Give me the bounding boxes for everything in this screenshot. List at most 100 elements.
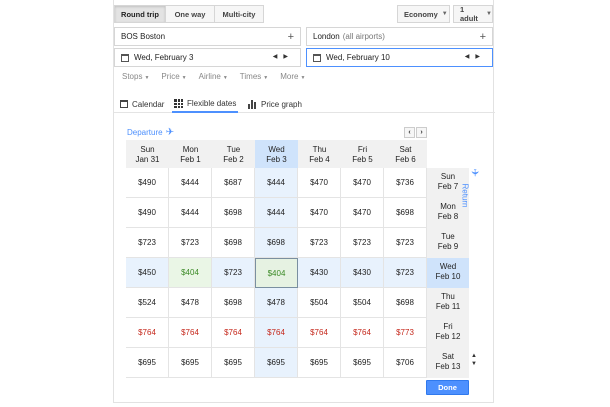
destination-field[interactable]: London (all airports) + — [306, 27, 493, 46]
price-cell[interactable]: $698 — [384, 198, 427, 228]
price-cell[interactable]: $430 — [298, 258, 341, 288]
departure-day-header[interactable]: Thu Feb 4 — [298, 140, 341, 168]
price-cell[interactable]: $736 — [384, 168, 427, 198]
price-cell[interactable]: $698 — [212, 228, 255, 258]
price-cell[interactable]: $723 — [384, 258, 427, 288]
price-cell[interactable]: $723 — [341, 228, 384, 258]
multi-city-button[interactable]: Multi-city — [215, 5, 264, 23]
return-day-header[interactable]: Tue Feb 9 — [427, 228, 469, 258]
tab-price-graph-label: Price graph — [261, 99, 302, 109]
chevron-down-icon: ▼ — [486, 11, 492, 17]
calendar-icon — [121, 53, 129, 62]
price-cell[interactable]: $723 — [298, 228, 341, 258]
price-cell[interactable]: $764 — [212, 318, 255, 348]
return-day-header[interactable]: Sat Feb 13 — [427, 348, 469, 378]
price-cell[interactable]: $404 — [255, 258, 298, 288]
price-cell[interactable]: $504 — [298, 288, 341, 318]
week-scroll-stepper[interactable]: ▲ ▼ — [471, 352, 477, 368]
return-day-header[interactable]: Fri Feb 12 — [427, 318, 469, 348]
tab-calendar[interactable]: Calendar — [120, 95, 164, 113]
price-cell[interactable]: $723 — [212, 258, 255, 288]
price-cell[interactable]: $698 — [384, 288, 427, 318]
price-cell[interactable]: $687 — [212, 168, 255, 198]
price-cell[interactable]: $695 — [341, 348, 384, 378]
price-cell[interactable]: $490 — [126, 168, 169, 198]
price-cell[interactable]: $698 — [255, 228, 298, 258]
price-cell[interactable]: $504 — [341, 288, 384, 318]
price-cell[interactable]: $490 — [126, 198, 169, 228]
price-cell[interactable]: $404 — [169, 258, 212, 288]
tab-price-graph[interactable]: Price graph — [248, 95, 302, 113]
price-cell[interactable]: $764 — [169, 318, 212, 348]
price-cell[interactable]: $695 — [126, 348, 169, 378]
price-cell[interactable]: $706 — [384, 348, 427, 378]
depart-date-field[interactable]: Wed, February 3 ◀▶ — [114, 48, 301, 67]
price-cell[interactable]: $695 — [169, 348, 212, 378]
filter-stops[interactable]: Stops ▼ — [122, 72, 149, 81]
price-cell[interactable]: $470 — [298, 198, 341, 228]
price-cell[interactable]: $723 — [126, 228, 169, 258]
price-cell[interactable]: $444 — [169, 168, 212, 198]
cabin-class-dropdown[interactable]: Economy ▼ — [397, 5, 450, 23]
add-destination-icon[interactable]: + — [480, 31, 486, 43]
return-date-field[interactable]: Wed, February 10 ◀▶ — [306, 48, 493, 67]
departure-label-text: Departure — [127, 128, 163, 137]
departure-day-header[interactable]: Tue Feb 2 — [212, 140, 255, 168]
return-day-header[interactable]: Thu Feb 11 — [427, 288, 469, 318]
return-day-header[interactable]: Wed Feb 10 — [427, 258, 469, 288]
filter-times[interactable]: Times ▼ — [240, 72, 268, 81]
passenger-dropdown[interactable]: 1 adult ▼ — [453, 5, 493, 23]
day-of-week: Fri — [443, 322, 453, 331]
price-cell[interactable]: $478 — [169, 288, 212, 318]
done-button[interactable]: Done — [426, 380, 469, 395]
price-cell[interactable]: $524 — [126, 288, 169, 318]
departure-day-header[interactable]: Sun Jan 31 — [126, 140, 169, 168]
round-trip-button[interactable]: Round trip — [114, 5, 166, 23]
filter-airline[interactable]: Airline ▼ — [199, 72, 228, 81]
price-cell[interactable]: $470 — [341, 168, 384, 198]
price-cell[interactable]: $695 — [212, 348, 255, 378]
filter-more[interactable]: More ▼ — [280, 72, 305, 81]
price-cell[interactable]: $698 — [212, 288, 255, 318]
previous-week-button[interactable]: ‹ — [404, 127, 415, 138]
price-cell[interactable]: $444 — [255, 168, 298, 198]
price-cell[interactable]: $444 — [169, 198, 212, 228]
departure-day-header[interactable]: Wed Feb 3 — [255, 140, 298, 168]
day-date: Feb 13 — [435, 362, 461, 371]
departure-day-header[interactable]: Sat Feb 6 — [384, 140, 427, 168]
airplane-icon: ✈ — [468, 168, 480, 177]
filter-price[interactable]: Price ▼ — [161, 72, 186, 81]
price-cell[interactable]: $470 — [341, 198, 384, 228]
origin-field[interactable]: BOS Boston + — [114, 27, 301, 46]
price-cell[interactable]: $723 — [169, 228, 212, 258]
filter-bar: Stops ▼ Price ▼ Airline ▼ Times ▼ More ▼ — [122, 72, 305, 81]
one-way-button[interactable]: One way — [166, 5, 215, 23]
next-week-button[interactable]: › — [416, 127, 427, 138]
chevron-down-icon: ▼ — [300, 75, 306, 81]
price-cell[interactable]: $764 — [126, 318, 169, 348]
date-stepper-icon[interactable]: ◀▶ — [465, 53, 486, 60]
price-cell[interactable]: $450 — [126, 258, 169, 288]
price-cell[interactable]: $764 — [298, 318, 341, 348]
price-cell[interactable]: $695 — [255, 348, 298, 378]
departure-day-header[interactable]: Fri Feb 5 — [341, 140, 384, 168]
date-stepper-icon[interactable]: ◀▶ — [273, 53, 294, 60]
return-date-value: Wed, February 10 — [326, 53, 390, 62]
chevron-up-icon[interactable]: ▲ — [471, 352, 477, 360]
price-cell[interactable]: $698 — [212, 198, 255, 228]
departure-day-header[interactable]: Mon Feb 1 — [169, 140, 212, 168]
day-date: Feb 12 — [435, 332, 461, 341]
add-origin-icon[interactable]: + — [288, 31, 294, 43]
price-cell[interactable]: $478 — [255, 288, 298, 318]
price-cell[interactable]: $444 — [255, 198, 298, 228]
price-cell[interactable]: $764 — [341, 318, 384, 348]
price-cell[interactable]: $695 — [298, 348, 341, 378]
price-cell[interactable]: $430 — [341, 258, 384, 288]
price-cell[interactable]: $764 — [255, 318, 298, 348]
tab-flexible-dates[interactable]: Flexible dates — [172, 95, 239, 113]
chevron-down-icon[interactable]: ▼ — [471, 360, 477, 368]
day-of-week: Thu — [441, 292, 455, 301]
price-cell[interactable]: $773 — [384, 318, 427, 348]
price-cell[interactable]: $723 — [384, 228, 427, 258]
price-cell[interactable]: $470 — [298, 168, 341, 198]
